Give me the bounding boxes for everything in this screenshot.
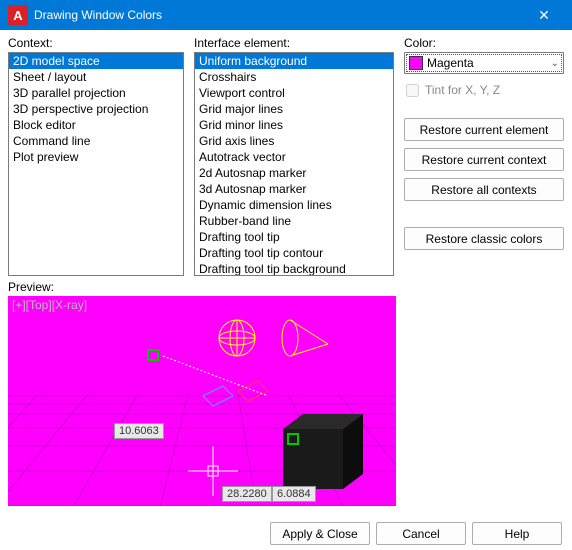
list-item[interactable]: Grid major lines — [195, 101, 393, 117]
preview-measurement-c: 6.0884 — [272, 486, 316, 502]
list-item[interactable]: 3D perspective projection — [9, 101, 183, 117]
list-item[interactable]: Uniform background — [195, 53, 393, 69]
list-item[interactable]: Command line — [9, 133, 183, 149]
restore-classic-colors-button[interactable]: Restore classic colors — [404, 227, 564, 250]
list-item[interactable]: Autotrack vector — [195, 149, 393, 165]
list-item[interactable]: Grid minor lines — [195, 117, 393, 133]
list-item[interactable]: Rubber-band line — [195, 213, 393, 229]
preview-measurement-a: 10.6063 — [114, 423, 164, 439]
list-item[interactable]: 3D parallel projection — [9, 85, 183, 101]
apply-close-button[interactable]: Apply & Close — [270, 522, 370, 545]
list-item[interactable]: Plot preview — [9, 149, 183, 165]
interface-element-label: Interface element: — [194, 36, 394, 50]
preview-view-label: [+][Top][X-ray] — [12, 298, 87, 312]
context-listbox[interactable]: 2D model spaceSheet / layout3D parallel … — [8, 52, 184, 276]
list-item[interactable]: 2d Autosnap marker — [195, 165, 393, 181]
preview-scene-icon — [8, 296, 396, 506]
preview-measurement-b: 28.2280 — [222, 486, 272, 502]
color-label: Color: — [404, 36, 564, 50]
preview-label: Preview: — [8, 280, 564, 294]
list-item[interactable]: Drafting tool tip — [195, 229, 393, 245]
list-item[interactable]: 3d Autosnap marker — [195, 181, 393, 197]
restore-all-contexts-button[interactable]: Restore all contexts — [404, 178, 564, 201]
list-item[interactable]: Dynamic dimension lines — [195, 197, 393, 213]
restore-current-element-button[interactable]: Restore current element — [404, 118, 564, 141]
titlebar: A Drawing Window Colors ✕ — [0, 0, 572, 30]
color-selected-name: Magenta — [427, 56, 551, 70]
color-swatch-icon — [409, 56, 423, 70]
context-label: Context: — [8, 36, 184, 50]
tint-checkbox[interactable]: Tint for X, Y, Z — [404, 80, 564, 100]
list-item[interactable]: Viewport control — [195, 85, 393, 101]
tint-checkbox-input[interactable] — [406, 84, 419, 97]
chevron-down-icon: ⌄ — [551, 58, 559, 69]
list-item[interactable]: Drafting tool tip contour — [195, 245, 393, 261]
dialog-footer: Apply & Close Cancel Help — [0, 514, 572, 545]
app-logo-icon: A — [8, 5, 28, 25]
list-item[interactable]: Drafting tool tip background — [195, 261, 393, 276]
help-button[interactable]: Help — [472, 522, 562, 545]
list-item[interactable]: Crosshairs — [195, 69, 393, 85]
color-dropdown[interactable]: Magenta ⌄ — [404, 52, 564, 74]
close-icon[interactable]: ✕ — [524, 7, 564, 24]
tint-label: Tint for X, Y, Z — [425, 83, 500, 97]
list-item[interactable]: Sheet / layout — [9, 69, 183, 85]
restore-current-context-button[interactable]: Restore current context — [404, 148, 564, 171]
window-title: Drawing Window Colors — [34, 8, 524, 22]
list-item[interactable]: Block editor — [9, 117, 183, 133]
cancel-button[interactable]: Cancel — [376, 522, 466, 545]
interface-element-listbox[interactable]: Uniform backgroundCrosshairsViewport con… — [194, 52, 394, 276]
list-item[interactable]: Grid axis lines — [195, 133, 393, 149]
list-item[interactable]: 2D model space — [9, 53, 183, 69]
preview-pane: [+][Top][X-ray] 10.6063 28.2280 6.0884 — [8, 296, 396, 506]
